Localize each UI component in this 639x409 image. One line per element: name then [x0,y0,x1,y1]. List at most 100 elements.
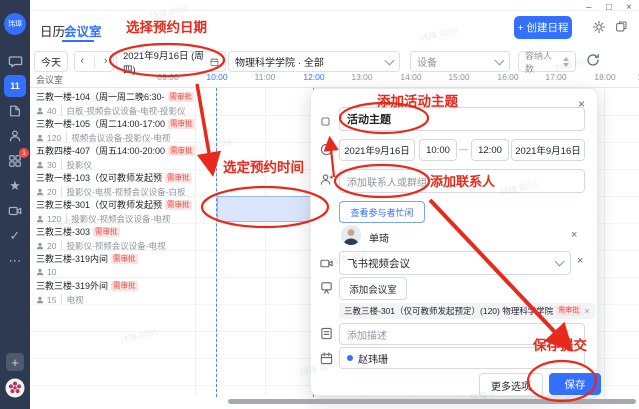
capacity-icon [36,242,44,250]
calendar-select-icon [320,352,333,365]
room-tag-label: 三教三楼-301（仅可教师发起预定）(120) 物理科学学院 [344,305,553,317]
room-list-item[interactable]: 五教四楼-407（周五14:00-20:00需审批 30投影仪 [30,142,196,169]
docs-icon[interactable] [4,100,26,122]
selected-time-block[interactable] [217,196,313,222]
capacity-icon [36,161,44,169]
room-list: 三教一楼-104（周一周二晚6:30-需审批 40白板-视频会议设备-电视-投影… [30,88,196,397]
video-meeting-value: 飞书视频会议 [347,256,410,271]
refresh-icon[interactable] [586,53,600,72]
capacity-placeholder: 容纳人数 [525,49,559,75]
avatar-initials: 玮璋 [8,19,22,29]
room-capacity: 10 [47,267,56,277]
end-time-field[interactable]: 12:00 [471,139,509,161]
tab-meeting-rooms[interactable]: 会议室 [64,21,102,40]
tab-calendar[interactable]: 日历 [40,21,65,40]
today-button[interactable]: 今天 [34,51,68,72]
watermark: 玮璋 8056 [419,23,459,44]
attendee-placeholder: 添加联系人或群组 [347,174,427,189]
horizontal-scrollbar[interactable] [228,399,636,404]
more-options-button[interactable]: 更多选项 [479,373,543,397]
user-avatar[interactable]: 玮璋 [4,13,26,35]
room-name: 三教三楼-301（仅可教师发起预 [36,198,162,211]
room-capacity: 15 [47,295,56,304]
app-sidebar: 玮璋 11 1 ★ ✓ ⋯ + [0,0,30,409]
tasks-icon[interactable]: ✓ [4,225,26,247]
window-close-button[interactable]: × [626,2,632,13]
subject-input[interactable]: 活动主题 [339,107,585,131]
approval-badge: 需审批 [111,254,138,264]
selection-start-dashed-line [216,88,217,397]
video-meeting-icon[interactable] [4,200,26,222]
color-square-icon[interactable] [320,114,333,127]
contacts-icon[interactable] [4,125,26,147]
workbench-icon[interactable]: 1 [4,150,26,172]
hour-label: 18:00 [591,72,619,82]
room-list-item[interactable]: 三教一楼-103（仅可教师发起预需审批 20投影仪-电视-视频会议设备-白板 [30,169,196,196]
hour-label: 11:00 [251,72,279,82]
window-minimize-button[interactable]: – [586,2,592,13]
create-event-button[interactable]: + 创建日程 [514,16,572,39]
end-date-field[interactable]: 2021年9月16日 [511,139,585,161]
messages-icon[interactable] [4,50,26,72]
room-capacity: 20 [47,187,56,196]
start-time-field[interactable]: 10:00 [419,139,457,161]
start-date-field[interactable]: 2021年9月16日 [339,139,415,161]
calendar-mini-icon [210,57,219,67]
chevron-down-icon [555,257,565,267]
prev-day-button[interactable]: ‹ [75,52,90,71]
save-button[interactable]: 保存 [549,373,601,395]
attendee-avatar[interactable] [341,225,361,245]
capacity-input[interactable]: 容纳人数 [518,51,576,72]
room-list-item-selected[interactable]: 三教三楼-301（仅可教师发起预需审批 120投影仪-视频会议设备-电视 [30,196,196,223]
capacity-stepper[interactable] [563,57,569,67]
capacity-icon [36,296,44,304]
subject-placeholder: 活动主题 [347,111,391,127]
hour-label: 15:00 [445,72,473,82]
org-logo[interactable] [5,378,25,403]
remove-room-icon[interactable]: × [584,306,589,316]
room-name: 三教三楼-319外间 [36,279,108,292]
approval-badge: 需审批 [93,227,120,237]
organizer-name: 赵玮珊 [358,351,388,366]
window-switch-icon[interactable] [615,20,628,38]
remove-attendee-icon[interactable]: × [571,229,577,241]
room-capacity: 120 [47,133,61,142]
add-app-button[interactable]: + [6,353,24,371]
calendar-icon-active[interactable]: 11 [4,75,26,97]
watermark: 玮璋 8056 [194,135,234,156]
add-room-button[interactable]: 添加会议室 [339,277,407,300]
end-time-value: 12:00 [478,145,502,156]
room-equipment: 投影仪-视频会议设备-电视 [66,213,170,223]
date-picker-field[interactable]: 2021年9月16日 (周四) [116,51,226,72]
window-maximize-button[interactable]: □ [606,2,612,13]
remove-video-icon[interactable]: × [577,255,583,267]
selected-room-tag[interactable]: 三教三楼-301（仅可教师发起预定）(120) 物理科学学院 需审批 × [339,303,595,319]
star-icon: ★ [9,178,21,194]
favorites-icon[interactable]: ★ [4,175,26,197]
capacity-icon [36,268,44,276]
room-list-item[interactable]: 三教三楼-303需审批 20投影仪-视频会议设备-电视 [30,223,196,250]
room-list-item[interactable]: 三教三楼-319外间需审批 15电视 [30,277,196,304]
approval-badge: 需审批 [556,306,581,316]
org-filter-select[interactable]: 物理科学学院 · 全部 [228,51,400,72]
video-meeting-select[interactable]: 飞书视频会议 [339,251,571,275]
room-name: 三教一楼-105（周二14:00-17:00 [36,117,165,130]
timeline-gridline [604,88,605,397]
settings-gear-icon[interactable] [592,20,606,39]
description-icon [320,327,333,340]
next-day-button[interactable]: › [99,52,114,71]
video-meeting-icon [320,257,333,270]
add-person-icon [320,173,333,186]
device-filter-select[interactable]: 设备 [410,51,510,72]
room-equipment: 电视 [61,294,83,304]
room-list-item[interactable]: 三教一楼-105（周二14:00-17:00需审批 120视频会议设备-投影仪-… [30,115,196,142]
chevron-down-icon [495,55,505,65]
check-icon: ✓ [10,228,21,244]
room-list-item[interactable]: 三教三楼-319内间需审批 10 [30,250,196,277]
more-apps-icon[interactable]: ⋯ [4,250,26,272]
room-equipment: 投影仪 [61,159,92,169]
room-list-item[interactable]: 三教一楼-104（周一周二晚6:30-需审批 40白板-视频会议设备-电视-投影… [30,88,196,115]
capacity-icon [36,215,44,223]
plus-icon: + [11,355,19,370]
view-busy-button[interactable]: 查看参与者忙闲 [339,201,425,223]
